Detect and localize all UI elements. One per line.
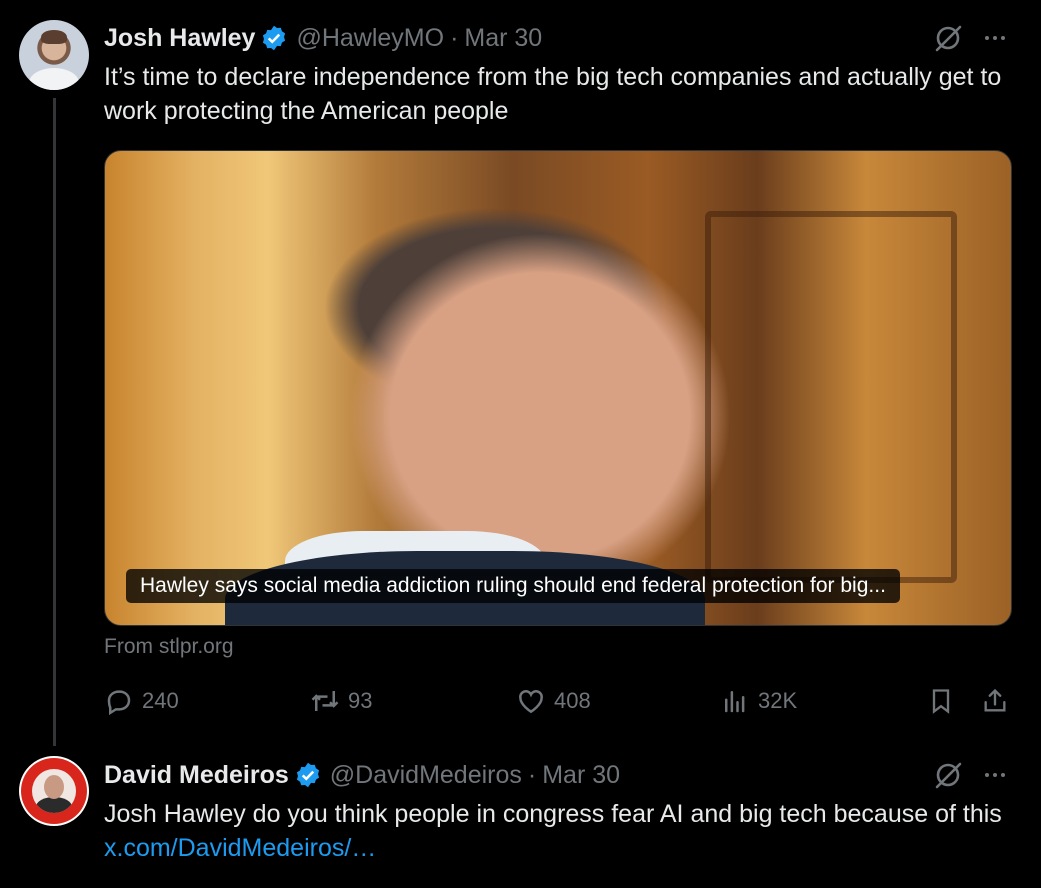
avatar[interactable] [19, 756, 89, 826]
card-source[interactable]: From stlpr.org [104, 632, 234, 662]
grok-icon[interactable] [932, 759, 964, 791]
avatar-face [44, 775, 64, 799]
like-icon [519, 690, 543, 714]
avatar-hair [41, 30, 67, 44]
separator: · [527, 760, 537, 789]
like-button[interactable]: 408 [516, 684, 591, 718]
tweet-header: David Medeiros @DavidMedeiros · Mar 30 [104, 759, 620, 791]
more-icon[interactable] [980, 760, 1010, 790]
author-name[interactable]: Josh Hawley [104, 24, 255, 53]
avatar-shirt [29, 68, 79, 90]
share-icon[interactable] [978, 684, 1012, 718]
author-name[interactable]: David Medeiros [104, 761, 289, 790]
image-background-panel [705, 211, 957, 583]
tweet-header: Josh Hawley @HawleyMO · Mar 30 [104, 22, 542, 54]
tweet-text: Josh Hawley do you think people in congr… [104, 797, 1024, 865]
repost-icon [311, 691, 339, 711]
author-handle[interactable]: @HawleyMO [296, 24, 444, 53]
repost-count: 93 [348, 688, 373, 713]
author-handle[interactable]: @DavidMedeiros [330, 761, 522, 790]
avatar[interactable] [19, 20, 89, 90]
repost-button[interactable]: 93 [310, 684, 372, 718]
verified-badge-icon[interactable] [294, 761, 322, 789]
link-card-image[interactable]: Hawley says social media addiction rulin… [104, 150, 1012, 626]
verified-badge-icon[interactable] [260, 24, 288, 52]
tweet-text: It’s time to declare independence from t… [104, 63, 1002, 125]
avatar-body [36, 797, 72, 813]
card-caption[interactable]: Hawley says social media addiction rulin… [126, 569, 900, 603]
thread-connector-line [53, 98, 56, 746]
tweet-link[interactable]: x.com/DavidMedeiros/… [104, 834, 376, 862]
tweet-date[interactable]: Mar 30 [542, 761, 620, 790]
like-count: 408 [554, 688, 591, 713]
separator: · [450, 23, 459, 52]
bookmark-icon[interactable] [924, 684, 958, 718]
tweet-text-body: Josh Hawley do you think people in congr… [104, 800, 1002, 828]
grok-icon[interactable] [932, 22, 964, 54]
avatar-photo [32, 769, 76, 813]
reply-button[interactable]: 240 [104, 684, 179, 718]
reply-count: 240 [142, 688, 179, 713]
reply-icon [107, 690, 131, 716]
views-button[interactable]: 32K [720, 684, 797, 718]
tweet-date[interactable]: Mar 30 [464, 24, 542, 53]
views-icon [725, 691, 745, 713]
more-icon[interactable] [980, 23, 1010, 53]
views-count: 32K [758, 688, 798, 713]
